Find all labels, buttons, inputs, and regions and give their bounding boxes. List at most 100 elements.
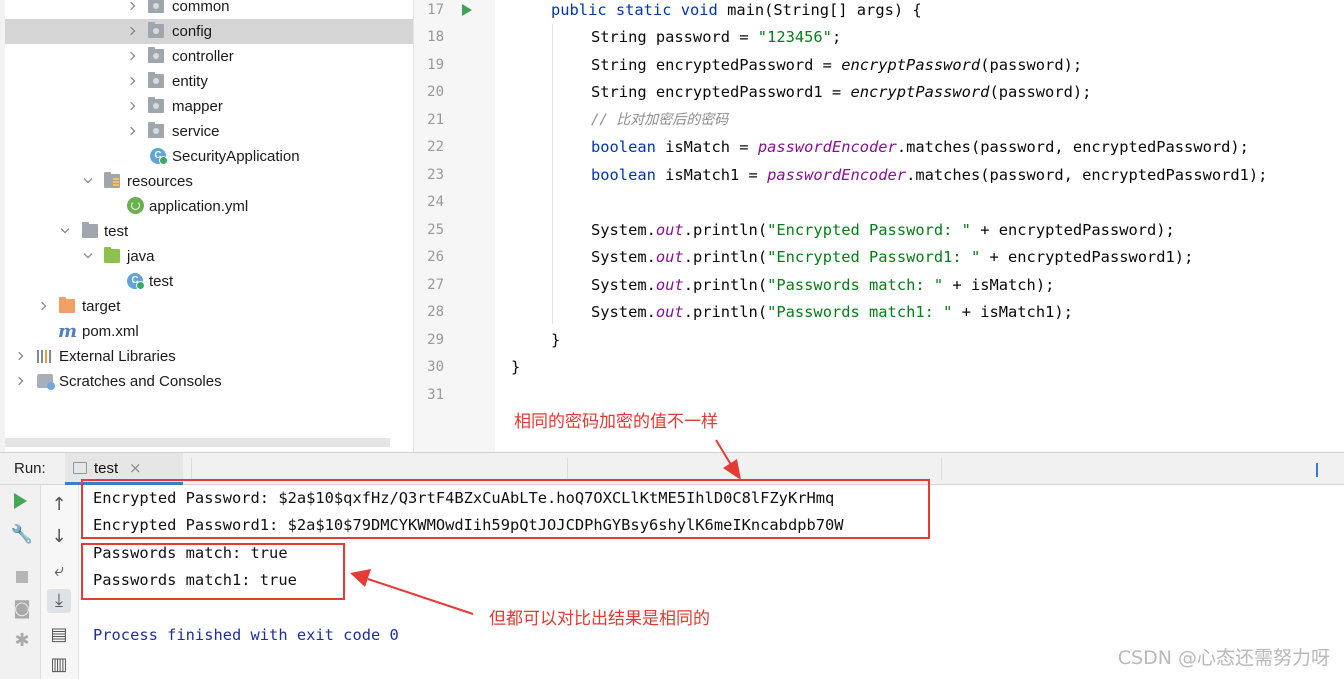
editor-gutter: 17 18 19 20 21 22 23 24 25 26 27 28 29 3… <box>413 0 509 452</box>
play-icon <box>14 493 27 509</box>
package-folder-icon <box>148 97 164 113</box>
tree-item-entity[interactable]: entity <box>0 69 413 94</box>
code-text: (password); <box>980 56 1083 74</box>
line-number: 23 <box>427 167 444 183</box>
tree-item-resources[interactable]: resources <box>0 169 413 194</box>
chevron-right-icon[interactable] <box>126 94 138 119</box>
code-text: System. <box>591 303 656 321</box>
package-folder-icon <box>148 47 164 63</box>
run-tab-label: test <box>94 460 119 477</box>
code-line-27: System.out.println("Passwords match: " +… <box>591 273 1054 300</box>
code-text: + isMatch); <box>943 276 1055 294</box>
code-line-22: boolean isMatch = passwordEncoder.matche… <box>591 135 1249 162</box>
line-number: 29 <box>427 332 444 348</box>
scroll-to-end-icon[interactable]: ⤓ <box>47 589 71 613</box>
soft-wrap-icon[interactable]: ⤶ <box>47 559 71 583</box>
tree-item-service[interactable]: service <box>0 119 413 144</box>
tree-item-security-application[interactable]: C SecurityApplication <box>0 144 413 169</box>
code-line-18: String password = "123456"; <box>591 25 841 52</box>
line-number: 30 <box>427 359 444 375</box>
tree-item-common[interactable]: common <box>0 0 413 19</box>
line-number: 19 <box>427 57 444 73</box>
chevron-right-icon[interactable] <box>37 294 49 319</box>
code-string: "Encrypted Password1: " <box>767 248 981 266</box>
code-text: ; <box>831 28 842 46</box>
chevron-right-icon[interactable] <box>14 369 26 394</box>
excluded-folder-icon <box>59 297 75 313</box>
tree-item-target[interactable]: target <box>0 294 413 319</box>
code-editor[interactable]: public static void main(String[] args) {… <box>495 0 1344 452</box>
chevron-right-icon[interactable] <box>14 344 26 369</box>
chevron-down-icon[interactable] <box>82 244 94 269</box>
tree-item-application-yml[interactable]: application.yml <box>0 194 413 219</box>
print-icon[interactable]: ▤ <box>47 623 71 647</box>
stop-button[interactable] <box>16 571 40 595</box>
tree-item-scratches[interactable]: Scratches and Consoles <box>0 369 413 394</box>
tree-item-controller[interactable]: controller <box>0 44 413 69</box>
maven-icon: m <box>58 321 78 342</box>
tree-item-label: mapper <box>172 98 223 115</box>
chevron-right-icon[interactable] <box>126 44 138 69</box>
line-number: 27 <box>427 277 444 293</box>
tree-item-java[interactable]: java <box>0 244 413 269</box>
run-gutter-icon[interactable] <box>462 4 472 16</box>
code-field: out <box>655 276 684 294</box>
tree-item-label: SecurityApplication <box>172 148 300 165</box>
rerun-button[interactable] <box>14 493 38 517</box>
tree-item-label: test <box>149 273 174 290</box>
annotation-box-match <box>81 543 345 600</box>
tree-item-test-folder[interactable]: test <box>0 219 413 244</box>
line-number: 17 <box>427 2 444 18</box>
chevron-down-icon[interactable] <box>59 219 71 244</box>
tree-item-label: resources <box>127 173 193 190</box>
code-text: isMatch = <box>655 138 758 156</box>
line-number: 21 <box>427 112 444 128</box>
console-icon <box>73 462 87 474</box>
code-line-20: String encryptedPassword1 = encryptPassw… <box>591 80 1091 107</box>
tree-item-mapper[interactable]: mapper <box>0 94 413 119</box>
settings-icon[interactable]: ✱ <box>10 629 34 653</box>
chevron-down-icon[interactable] <box>82 169 94 194</box>
camera-icon[interactable]: ◙ <box>10 597 34 621</box>
code-text: + encryptedPassword); <box>970 221 1175 239</box>
indent-guide <box>552 24 553 324</box>
close-icon[interactable]: × <box>129 459 142 477</box>
code-keyword: public static void <box>551 1 718 19</box>
trash-icon[interactable]: ▥ <box>47 653 71 677</box>
code-text: } <box>551 331 561 349</box>
chevron-right-icon[interactable] <box>126 0 138 19</box>
chevron-right-icon[interactable] <box>126 69 138 94</box>
arrow-up-icon[interactable]: ↑ <box>47 493 71 517</box>
console-side-toolbar: ↑ ↓ ⤶ ⤓ ▤ ▥ <box>41 485 79 679</box>
chevron-right-icon[interactable] <box>126 119 138 144</box>
tree-item-pom-xml[interactable]: m pom.xml <box>0 319 413 344</box>
code-field: passwordEncoder <box>767 166 907 184</box>
code-text: (password); <box>989 83 1092 101</box>
tree-horizontal-scrollbar[interactable] <box>5 438 390 447</box>
code-method: encryptPassword <box>841 56 981 74</box>
tree-item-label: Scratches and Consoles <box>59 373 222 390</box>
line-number: 31 <box>427 387 444 403</box>
line-number: 25 <box>427 222 444 238</box>
tree-item-config[interactable]: config <box>5 19 413 44</box>
wrench-icon[interactable]: 🔧 <box>10 523 34 547</box>
stop-icon <box>16 571 28 583</box>
tree-item-label: entity <box>172 73 208 90</box>
code-text: String encryptedPassword1 = <box>591 83 851 101</box>
project-tree: common config controller entity mapper s… <box>0 0 413 452</box>
code-text: System. <box>591 248 656 266</box>
arrow-down-icon[interactable]: ↓ <box>47 525 71 549</box>
console-exit-line: Process finished with exit code 0 <box>93 626 399 644</box>
package-folder-icon <box>148 22 164 38</box>
tree-item-label: test <box>104 223 129 240</box>
tree-item-external-libraries[interactable]: External Libraries <box>0 344 413 369</box>
code-text: .println( <box>683 276 768 294</box>
code-line-23: boolean isMatch1 = passwordEncoder.match… <box>591 163 1267 190</box>
toolbar-divider <box>191 458 192 480</box>
code-text: System. <box>591 221 656 239</box>
tree-item-test-class[interactable]: C test <box>0 269 413 294</box>
chevron-right-icon[interactable] <box>126 19 138 44</box>
run-label: Run: <box>14 460 46 477</box>
code-line-30: } <box>511 355 520 382</box>
tree-item-label: service <box>172 123 220 140</box>
